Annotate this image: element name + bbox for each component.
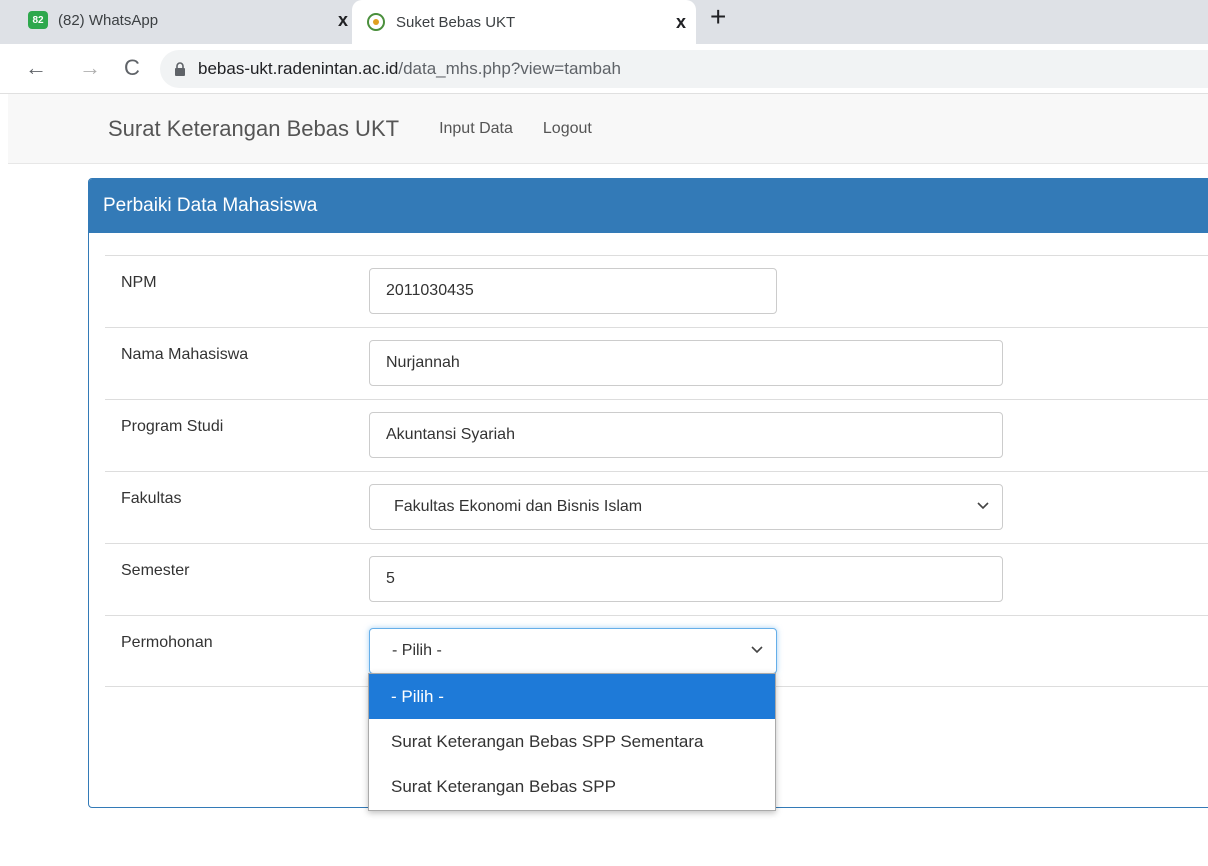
close-icon[interactable]: x [666,12,696,33]
panel-title: Perbaiki Data Mahasiswa [89,179,1208,233]
form-row-fakultas: Fakultas Fakultas Ekonomi dan Bisnis Isl… [105,471,1208,543]
fakultas-select[interactable]: Fakultas Ekonomi dan Bisnis Islam [369,484,1003,530]
permohonan-selected-value: - Pilih - [392,642,442,659]
permohonan-label: Permohonan [121,634,213,651]
back-arrow-icon[interactable]: ← [22,54,50,82]
form-row-semester: Semester 5 [105,543,1208,615]
nama-input[interactable]: Nurjannah [369,340,1003,386]
chevron-down-icon [977,502,989,510]
semester-label: Semester [121,562,190,579]
lock-icon [175,62,185,76]
nama-label: Nama Mahasiswa [121,346,249,363]
nav-link-logout[interactable]: Logout [543,120,592,138]
form-row-npm: NPM 2011030435 [105,255,1208,327]
site-navbar: Surat Keterangan Bebas UKT Input Data Lo… [8,94,1208,164]
prodi-label: Program Studi [121,418,224,435]
nav-link-input-data[interactable]: Input Data [439,120,513,138]
form-row-prodi: Program Studi Akuntansi Syariah [105,399,1208,471]
whatsapp-icon: 82 [28,11,48,29]
prodi-input[interactable]: Akuntansi Syariah [369,412,1003,458]
url-path: /data_mhs.php?view=tambah [398,59,621,78]
browser-tab-strip: 82 (82) WhatsApp x Suket Bebas UKT x + [0,0,1208,44]
address-bar[interactable]: bebas-ukt.radenintan.ac.id/data_mhs.php?… [160,50,1208,88]
form-row-nama: Nama Mahasiswa Nurjannah [105,327,1208,399]
dropdown-option[interactable]: - Pilih - [369,674,775,719]
reload-icon[interactable]: C [118,54,146,82]
chevron-down-icon [751,646,763,654]
dropdown-option[interactable]: Surat Keterangan Bebas SPP [369,764,775,809]
forward-arrow-icon[interactable]: → [76,54,104,82]
npm-label: NPM [121,274,157,291]
tab-title: Suket Bebas UKT [396,13,516,31]
url-host: bebas-ukt.radenintan.ac.id [198,59,399,78]
permohonan-dropdown-list: - Pilih - Surat Keterangan Bebas SPP Sem… [368,673,776,811]
browser-toolbar: ← → C bebas-ukt.radenintan.ac.id/data_mh… [0,44,1208,94]
tab-title: (82) WhatsApp [58,11,159,29]
new-tab-button[interactable]: + [710,2,726,32]
site-brand[interactable]: Surat Keterangan Bebas UKT [108,116,399,142]
fakultas-label: Fakultas [121,490,182,507]
permohonan-select[interactable]: - Pilih - [369,628,777,674]
npm-input[interactable]: 2011030435 [369,268,777,314]
tab-suket-bebas-ukt[interactable]: Suket Bebas UKT x [352,0,696,44]
dropdown-option[interactable]: Surat Keterangan Bebas SPP Sementara [369,719,775,764]
university-logo-icon [367,13,385,31]
tab-whatsapp[interactable]: 82 (82) WhatsApp x [28,0,358,40]
semester-input[interactable]: 5 [369,556,1003,602]
fakultas-selected-value: Fakultas Ekonomi dan Bisnis Islam [394,498,643,515]
